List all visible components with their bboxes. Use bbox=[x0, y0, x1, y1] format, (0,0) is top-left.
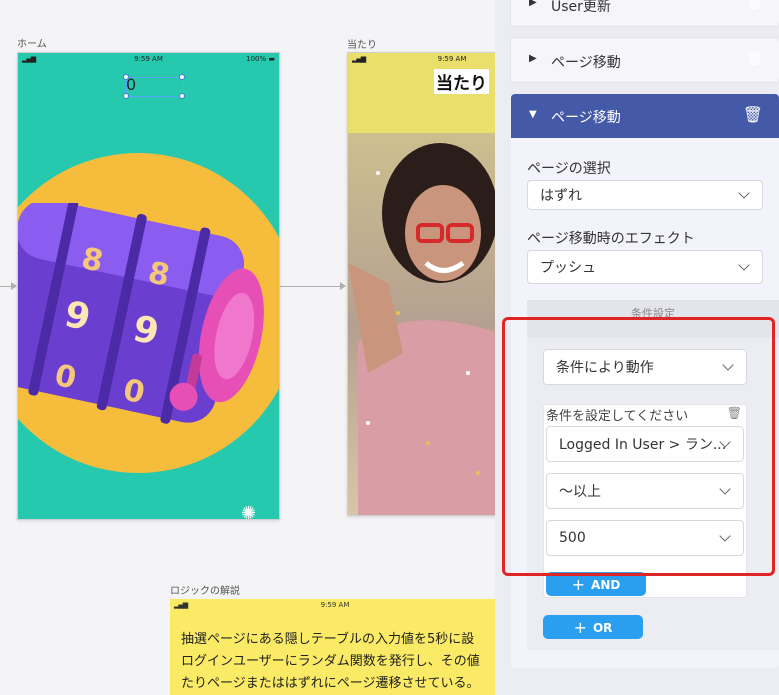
action-card-user-update[interactable]: ▶ User更新 🗑 bbox=[511, 0, 779, 26]
frame-label-hit: 当たり bbox=[347, 40, 377, 51]
plus-icon: + bbox=[573, 618, 587, 637]
hit-status-time: 9:59 AM bbox=[437, 55, 467, 63]
home-status-time: 9:59 AM bbox=[134, 55, 163, 63]
page-select-value: はずれ bbox=[540, 188, 582, 204]
home-status-battery: 100% ▬ bbox=[246, 55, 275, 63]
badge-icon: ✺ bbox=[241, 503, 257, 520]
action-card-page-move-1[interactable]: ▶ ページ移動 🗑 bbox=[511, 38, 779, 82]
trash-icon[interactable]: 🗑 bbox=[743, 105, 763, 124]
effect-dropdown[interactable]: プッシュ bbox=[527, 250, 763, 284]
and-button-label: AND bbox=[591, 578, 621, 592]
page-select-label: ページの選択 bbox=[527, 161, 611, 177]
red-highlight-box bbox=[502, 317, 775, 576]
chevron-down-icon bbox=[738, 187, 750, 199]
home-phone-frame[interactable]: ▂▄▆ 9:59 AM 100% ▬ 8 8 9 9 0 0 0 ✺ bbox=[17, 52, 280, 520]
frame-label-home: ホーム bbox=[17, 39, 47, 50]
celebrating-person-image bbox=[348, 143, 496, 515]
plus-icon: + bbox=[571, 575, 586, 594]
active-card-header[interactable]: ▼ ページ移動 🗑 bbox=[511, 94, 779, 138]
signal-icon: ▂▄▆ bbox=[352, 55, 366, 63]
resize-handle-tr[interactable] bbox=[179, 74, 185, 80]
battery-percent: 100% bbox=[246, 55, 267, 63]
or-button[interactable]: + OR bbox=[543, 615, 643, 639]
arrow-head-hit bbox=[340, 282, 346, 290]
selection-box bbox=[126, 77, 184, 97]
action-card-title: User更新 bbox=[551, 0, 611, 15]
expand-caret-icon[interactable]: ▶ bbox=[529, 53, 537, 64]
slot-machine-illustration: 8 8 9 9 0 0 bbox=[18, 203, 264, 424]
effect-label: ページ移動時のエフェクト bbox=[527, 231, 695, 247]
app-root: ホーム 当たり ロジックの解説 ▂▄▆ 9:59 AM 100% ▬ 8 8 9… bbox=[0, 0, 779, 695]
frame-label-logic: ロジックの解説 bbox=[170, 586, 240, 597]
hit-phone-frame[interactable]: ▂▄▆ 9:59 AM 当たり bbox=[347, 52, 497, 516]
hit-title[interactable]: 当たり bbox=[434, 69, 489, 94]
connector-home-hit bbox=[280, 286, 340, 287]
effect-value: プッシュ bbox=[540, 260, 596, 276]
action-card-title: ページ移動 bbox=[551, 55, 621, 71]
logic-note-frame[interactable]: ▂▄▆ 9:59 AM 抽選ページにある隠しテーブルの入力値を5秒に設 ログイン… bbox=[170, 599, 500, 695]
active-card-title: ページ移動 bbox=[551, 110, 621, 126]
trash-icon[interactable]: 🗑 bbox=[745, 0, 763, 11]
home-status-bar: ▂▄▆ 9:59 AM 100% ▬ bbox=[18, 53, 279, 65]
trash-icon[interactable]: 🗑 bbox=[745, 51, 763, 67]
chevron-down-icon bbox=[738, 259, 750, 271]
battery-icon: ▬ bbox=[268, 55, 275, 63]
logic-status-bar: ▂▄▆ 9:59 AM bbox=[170, 599, 500, 611]
resize-handle-br[interactable] bbox=[179, 93, 185, 99]
resize-handle-bl[interactable] bbox=[123, 93, 129, 99]
logic-note-text: 抽選ページにある隠しテーブルの入力値を5秒に設 ログインユーザーにランダム関数を… bbox=[181, 629, 521, 695]
hit-status-bar: ▂▄▆ 9:59 AM bbox=[348, 53, 496, 65]
collapse-caret-icon[interactable]: ▼ bbox=[529, 109, 537, 120]
or-button-label: OR bbox=[592, 621, 613, 635]
page-select-dropdown[interactable]: はずれ bbox=[527, 180, 763, 210]
logic-note-line: ログインユーザーにランダム関数を発行し、その値 bbox=[181, 654, 480, 669]
logic-note-line: たりページまたははずれにページ遷移させている。 bbox=[181, 676, 480, 691]
logic-note-line: 抽選ページにある隠しテーブルの入力値を5秒に設 bbox=[181, 632, 475, 647]
resize-handle-tl[interactable] bbox=[123, 74, 129, 80]
logic-status-time: 9:59 AM bbox=[320, 601, 350, 609]
expand-caret-icon[interactable]: ▶ bbox=[529, 0, 537, 8]
